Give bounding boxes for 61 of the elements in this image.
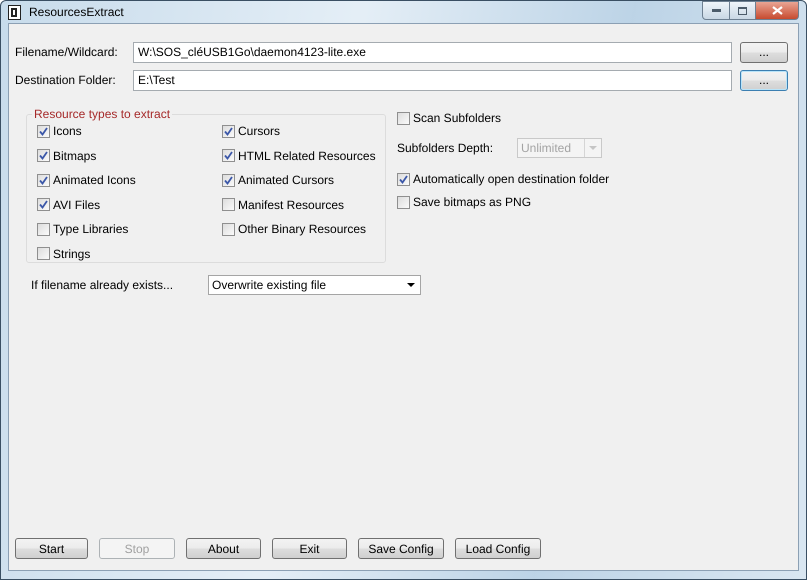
checkbox-label: Icons [53, 124, 82, 138]
action-button[interactable]: About [186, 538, 261, 559]
field-label: Filename/Wildcard: [15, 45, 119, 59]
maximize-icon [738, 6, 747, 14]
caret-icon [589, 146, 597, 150]
action-button[interactable]: Start [15, 538, 88, 559]
checkbox[interactable] [222, 149, 235, 162]
checkbox[interactable] [397, 112, 410, 124]
group-title: Resource types to extract [33, 107, 172, 121]
window-title: ResourcesExtract [29, 5, 124, 19]
checkbox-label: Manifest Resources [238, 198, 344, 212]
browse-button[interactable]: ... [740, 42, 788, 62]
checkbox-label: Strings [53, 246, 90, 260]
checkbox[interactable] [37, 247, 50, 260]
check-icon [224, 151, 233, 160]
minimize-icon [712, 9, 720, 12]
close-button[interactable] [756, 1, 799, 20]
checkbox[interactable] [222, 198, 235, 211]
check-icon [224, 176, 233, 184]
checkbox[interactable] [397, 172, 410, 186]
action-button[interactable]: Exit [272, 538, 347, 559]
checkbox[interactable] [37, 222, 50, 236]
checkbox-label: Scan Subfolders [413, 111, 502, 125]
check-icon [39, 200, 48, 209]
field-label: Destination Folder: [15, 73, 117, 87]
action-button[interactable]: Save Config [358, 538, 444, 559]
checkbox-label: Cursors [238, 124, 280, 138]
checkbox[interactable] [222, 222, 235, 236]
checkbox-label: Other Binary Resources [238, 222, 366, 236]
checkbox[interactable] [397, 196, 410, 208]
browse-button[interactable]: ... [740, 70, 788, 90]
close-icon [772, 6, 782, 15]
checkbox[interactable] [222, 124, 235, 138]
checkbox-label: Bitmaps [53, 148, 96, 162]
check-icon [39, 151, 48, 160]
action-button[interactable]: Load Config [455, 538, 541, 559]
checkbox-label: Automatically open destination folder [413, 172, 610, 186]
checkbox-label: HTML Related Resources [238, 148, 376, 162]
input-field[interactable]: E:\Test [133, 70, 732, 90]
checkbox[interactable] [222, 174, 235, 186]
checkbox-label: Type Libraries [53, 222, 128, 236]
input-field[interactable]: W:\SOS_cléUSB1Go\daemon4123-lite.exe [133, 42, 732, 62]
check-icon [39, 126, 48, 136]
caret-icon [407, 282, 415, 286]
check-icon [224, 126, 233, 136]
minimize-button[interactable] [702, 1, 730, 20]
checkbox[interactable] [37, 174, 50, 186]
checkbox[interactable] [37, 124, 50, 138]
field-label: If filename already exists... [31, 278, 174, 292]
checkbox-label: Save bitmaps as PNG [413, 195, 532, 209]
maximize-button[interactable] [730, 1, 756, 20]
checkbox-label: AVI Files [53, 198, 100, 212]
dropdown[interactable]: Overwrite existing file [208, 275, 421, 295]
checkbox[interactable] [37, 149, 50, 162]
check-icon [399, 174, 408, 184]
checkbox-label: Animated Icons [53, 173, 136, 187]
checkbox-label: Animated Cursors [238, 173, 334, 187]
field-label: Subfolders Depth: [397, 141, 494, 155]
check-icon [39, 176, 48, 184]
checkbox[interactable] [37, 198, 50, 211]
app-icon [8, 4, 21, 20]
